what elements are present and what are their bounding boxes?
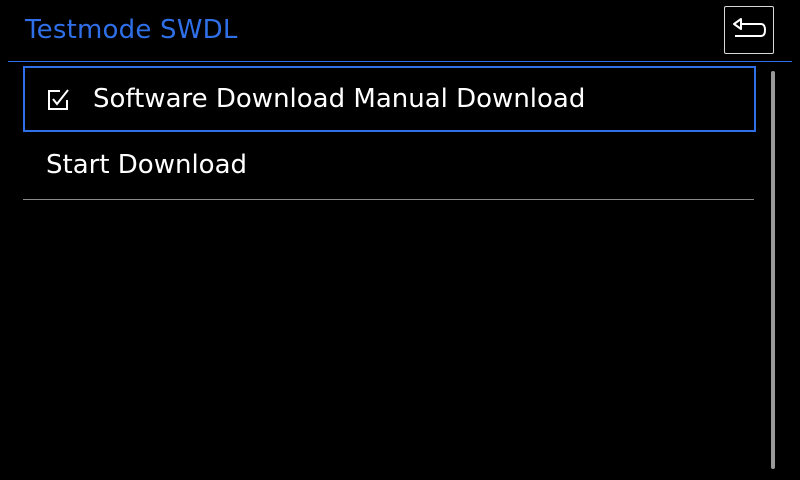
header-divider bbox=[8, 61, 792, 62]
page-title: Testmode SWDL bbox=[25, 15, 238, 45]
menu-item-label: Software Download Manual Download bbox=[93, 84, 586, 114]
back-arrow-icon bbox=[733, 18, 767, 37]
menu-list: Software Download Manual Download Start … bbox=[23, 66, 756, 200]
menu-item-label: Start Download bbox=[46, 150, 248, 180]
menu-item-start-download[interactable]: Start Download bbox=[23, 132, 754, 200]
checkbox-checked-icon[interactable] bbox=[46, 88, 70, 112]
menu-item-software-download-manual-download[interactable]: Software Download Manual Download bbox=[23, 66, 756, 132]
scrollbar[interactable] bbox=[771, 71, 775, 469]
back-button[interactable] bbox=[724, 6, 774, 54]
